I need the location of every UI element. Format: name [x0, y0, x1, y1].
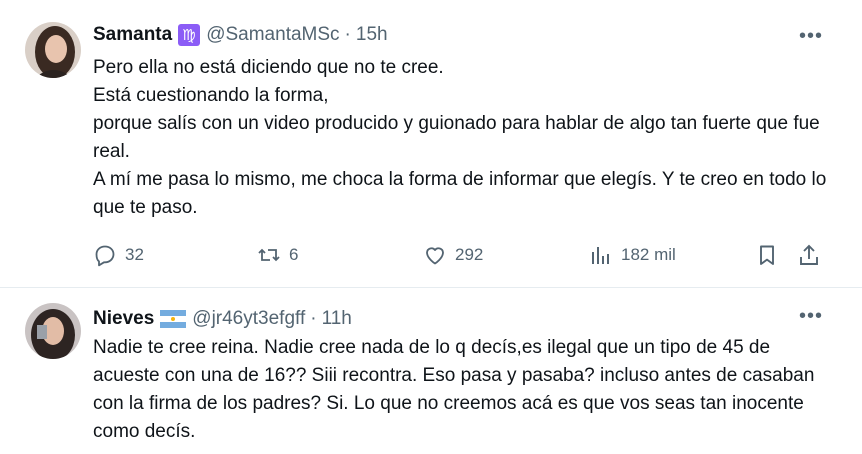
share-icon [797, 243, 821, 267]
retweet-icon [257, 243, 281, 267]
retweet-count: 6 [289, 245, 299, 264]
heart-icon [423, 243, 447, 267]
tweet-text-line: Está cuestionando la forma, [93, 85, 329, 106]
more-options-icon[interactable]: ••• [798, 25, 824, 47]
tweet-header: Nieves @jr46yt3efgff · 11h [93, 306, 352, 332]
argentina-flag-icon [160, 310, 187, 328]
retweet-button[interactable]: 6 [257, 240, 298, 270]
display-name[interactable]: Nieves [93, 308, 154, 330]
tweet-header: Samanta ♍ @SamantaMSc · 15h [93, 22, 388, 48]
like-button[interactable]: 292 [423, 240, 483, 270]
separator: · [310, 308, 317, 329]
separator: · [344, 24, 351, 45]
reply-button[interactable]: 32 [93, 240, 144, 270]
bookmark-button[interactable] [755, 240, 779, 270]
tweet-card-nieves[interactable]: Nieves @jr46yt3efgff · 11h ••• Nadie te … [0, 288, 862, 454]
tweet-card-samanta[interactable]: Samanta ♍ @SamantaMSc · 15h ••• Pero ell… [0, 0, 862, 288]
svg-text:♍: ♍ [182, 26, 195, 44]
avatar[interactable] [25, 22, 81, 78]
views-count: 182 mil [621, 245, 676, 264]
views-button[interactable]: 182 mil [589, 240, 676, 270]
username[interactable]: @SamantaMSc [206, 24, 339, 46]
like-count: 292 [455, 245, 484, 264]
avatar[interactable] [25, 303, 81, 359]
tweet-text: Nadie te cree reina. Nadie cree nada de … [93, 334, 828, 446]
reply-icon [93, 243, 117, 267]
tweet-text-line: A mí me pasa lo mismo, me choca la forma… [93, 169, 832, 218]
views-icon [589, 243, 613, 267]
timestamp[interactable]: 15h [356, 24, 388, 46]
tweet-actions: 32 6 292 182 mil [93, 240, 828, 270]
tweet-text: Pero ella no está diciendo que no te cre… [93, 54, 833, 222]
tweet-text-line: porque salís con un video producido y gu… [93, 113, 826, 162]
bookmark-icon [755, 243, 779, 267]
virgo-badge-icon: ♍ [178, 24, 201, 46]
tweet-text-line: Pero ella no está diciendo que no te cre… [93, 57, 444, 78]
timestamp[interactable]: 11h [322, 308, 352, 330]
reply-count: 32 [125, 245, 144, 264]
username[interactable]: @jr46yt3efgff [192, 308, 305, 330]
tweet-text-line: Nadie te cree reina. Nadie cree nada de … [93, 337, 820, 442]
share-button[interactable] [797, 240, 821, 270]
display-name[interactable]: Samanta [93, 24, 172, 46]
more-options-icon[interactable]: ••• [798, 305, 824, 327]
